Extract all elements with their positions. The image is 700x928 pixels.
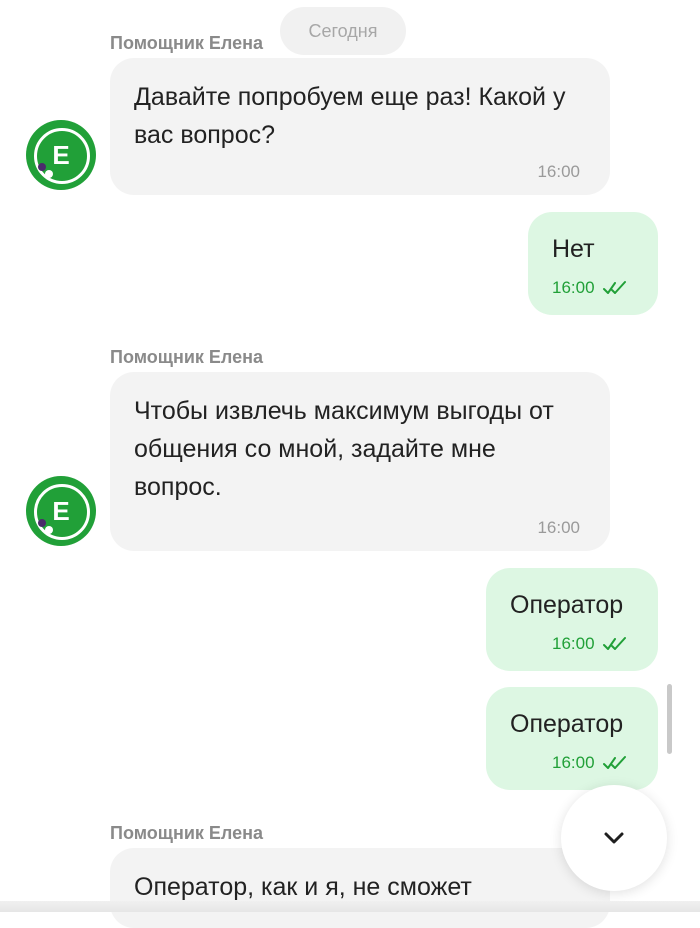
message-text: Чтобы извлечь максимум выгоды от общения…	[134, 397, 554, 501]
message-time: 16:00	[552, 278, 595, 297]
avatar-dot-icon	[45, 526, 53, 534]
bottom-divider	[0, 901, 700, 912]
date-separator: Сегодня	[280, 7, 406, 55]
outgoing-message[interactable]: Оператор 16:00	[486, 568, 658, 671]
message-time: 16:00	[552, 634, 595, 653]
message-time: 16:00	[537, 162, 580, 181]
message-meta: 16:00	[552, 278, 627, 298]
message-text: Давайте попробуем еще раз! Какой у вас в…	[134, 83, 566, 149]
double-check-icon	[602, 756, 626, 769]
incoming-message[interactable]: Давайте попробуем еще раз! Какой у вас в…	[110, 58, 610, 195]
chevron-down-icon	[604, 832, 624, 844]
message-meta: 16:00	[552, 634, 627, 654]
assistant-avatar[interactable]: Е	[26, 120, 96, 190]
incoming-message[interactable]: Чтобы извлечь максимум выгоды от общения…	[110, 372, 610, 551]
incoming-message[interactable]: Оператор, как и я, не сможет	[110, 848, 610, 928]
avatar-letter: Е	[52, 495, 70, 526]
scroll-to-bottom-button[interactable]	[561, 785, 667, 891]
scrollbar-thumb[interactable]	[667, 684, 672, 754]
outgoing-message[interactable]: Нет 16:00	[528, 212, 658, 315]
outgoing-message[interactable]: Оператор 16:00	[486, 687, 658, 790]
avatar-dot-icon	[45, 170, 53, 178]
assistant-avatar[interactable]: Е	[26, 476, 96, 546]
message-text: Оператор	[510, 591, 624, 619]
message-meta: 16:00	[552, 753, 627, 773]
message-time: 16:00	[537, 518, 580, 537]
sender-name: Помощник Елена	[110, 347, 263, 367]
sender-name: Помощник Елена	[110, 823, 263, 843]
sender-name: Помощник Елена	[110, 33, 263, 53]
avatar-dot-icon	[38, 163, 46, 171]
double-check-icon	[602, 637, 626, 650]
avatar-letter: Е	[52, 139, 70, 170]
message-text: Оператор	[510, 710, 624, 738]
message-time: 16:00	[552, 753, 595, 772]
message-text: Нет	[552, 235, 595, 263]
double-check-icon	[602, 281, 626, 294]
avatar-dot-icon	[38, 519, 46, 527]
